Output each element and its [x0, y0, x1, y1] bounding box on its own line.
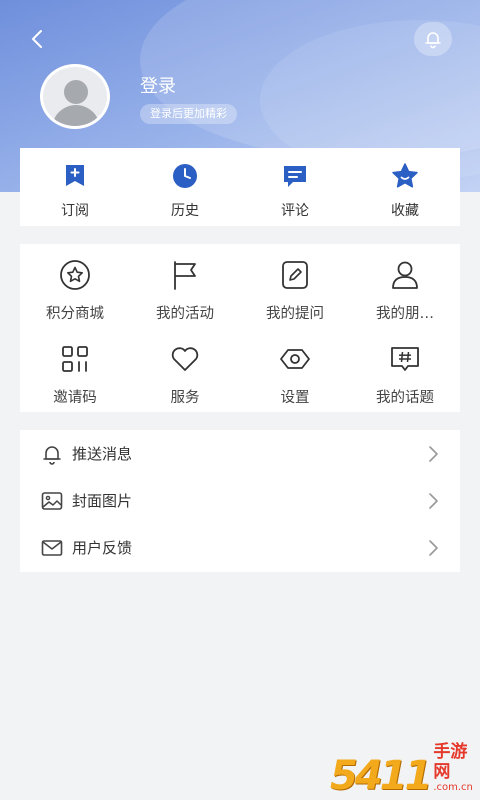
settings-list-card: 推送消息 封面图片 用户反馈: [20, 430, 460, 572]
comment-icon: [284, 166, 306, 187]
watermark-number: 5411: [330, 753, 432, 799]
avatar-head-shape: [64, 80, 88, 104]
grid-item-label: 服务: [170, 390, 200, 406]
back-button[interactable]: [22, 24, 52, 54]
edit-icon: [282, 261, 308, 289]
chevron-right-icon: [429, 492, 438, 509]
clock-icon: [173, 164, 197, 188]
site-watermark-logo: 5411 手游网 .com.cn: [330, 742, 480, 800]
login-subtitle-badge: 登录后更加精彩: [140, 104, 237, 124]
quick-item-comment[interactable]: 评论: [240, 148, 350, 226]
grid-item-invite-code[interactable]: 邀请码: [20, 330, 130, 414]
watermark-text-group: 手游网 .com.cn: [433, 742, 480, 794]
list-item-label: 用户反馈: [72, 539, 133, 557]
watermark-url: .com.cn: [433, 782, 473, 793]
topic-icon: [391, 347, 419, 371]
mail-icon: [41, 539, 63, 556]
quick-item-label: 评论: [281, 203, 309, 219]
quick-item-subscribe[interactable]: 订阅: [20, 148, 130, 226]
grid-item-settings[interactable]: 设置: [240, 330, 350, 414]
grid-item-my-topics[interactable]: 我的话题: [350, 330, 460, 414]
avatar[interactable]: [40, 64, 110, 129]
subscribe-icon: [66, 165, 84, 186]
star-circle-icon: [60, 260, 90, 290]
chevron-right-icon: [429, 445, 438, 462]
grid-item-service[interactable]: 服务: [130, 330, 240, 414]
settings-icon: [280, 349, 310, 369]
quick-item-label: 订阅: [61, 203, 89, 219]
grid-item-label: 我的提问: [266, 306, 324, 322]
grid-item-label: 邀请码: [53, 390, 97, 406]
chevron-left-icon: [32, 30, 42, 48]
bell-icon: [43, 445, 61, 465]
grid-item-label: 我的话题: [376, 390, 434, 406]
watermark-site-name: 手游网: [433, 742, 468, 782]
heart-icon: [171, 347, 199, 371]
bell-icon: [425, 32, 441, 49]
list-item-label: 推送消息: [72, 445, 133, 463]
grid-item-my-questions[interactable]: 我的提问: [240, 246, 350, 330]
grid-item-label: 设置: [280, 390, 310, 406]
login-title[interactable]: 登录: [140, 72, 176, 98]
qr-code-icon: [62, 346, 88, 372]
grid-item-label: 积分商城: [46, 306, 104, 322]
user-icon: [392, 261, 418, 289]
grid-item-my-friends[interactable]: 我的朋…: [350, 246, 460, 330]
image-icon: [41, 491, 63, 510]
flag-icon: [174, 261, 196, 290]
list-item-user-feedback[interactable]: 用户反馈: [20, 524, 460, 571]
avatar-body-shape: [52, 105, 100, 126]
grid-item-label: 我的朋…: [376, 306, 434, 322]
quick-actions-card: 订阅 历史 评论 收藏: [20, 148, 460, 226]
grid-item-my-activity[interactable]: 我的活动: [130, 246, 240, 330]
grid-item-points-mall[interactable]: 积分商城: [20, 246, 130, 330]
quick-item-label: 历史: [171, 203, 199, 219]
chevron-right-icon: [429, 539, 438, 556]
grid-item-label: 我的活动: [156, 306, 214, 322]
list-item-label: 封面图片: [72, 492, 133, 510]
quick-item-label: 收藏: [391, 203, 419, 219]
feature-grid-card: 积分商城 我的活动 我的提问 我的朋… 邀请码 服务 设置 我的话题: [20, 244, 460, 412]
quick-item-history[interactable]: 历史: [130, 148, 240, 226]
star-icon: [392, 163, 418, 188]
list-item-cover-image[interactable]: 封面图片: [20, 477, 460, 524]
list-item-push-messages[interactable]: 推送消息: [20, 430, 460, 477]
quick-item-favorite[interactable]: 收藏: [350, 148, 460, 226]
notification-button[interactable]: [414, 22, 452, 56]
